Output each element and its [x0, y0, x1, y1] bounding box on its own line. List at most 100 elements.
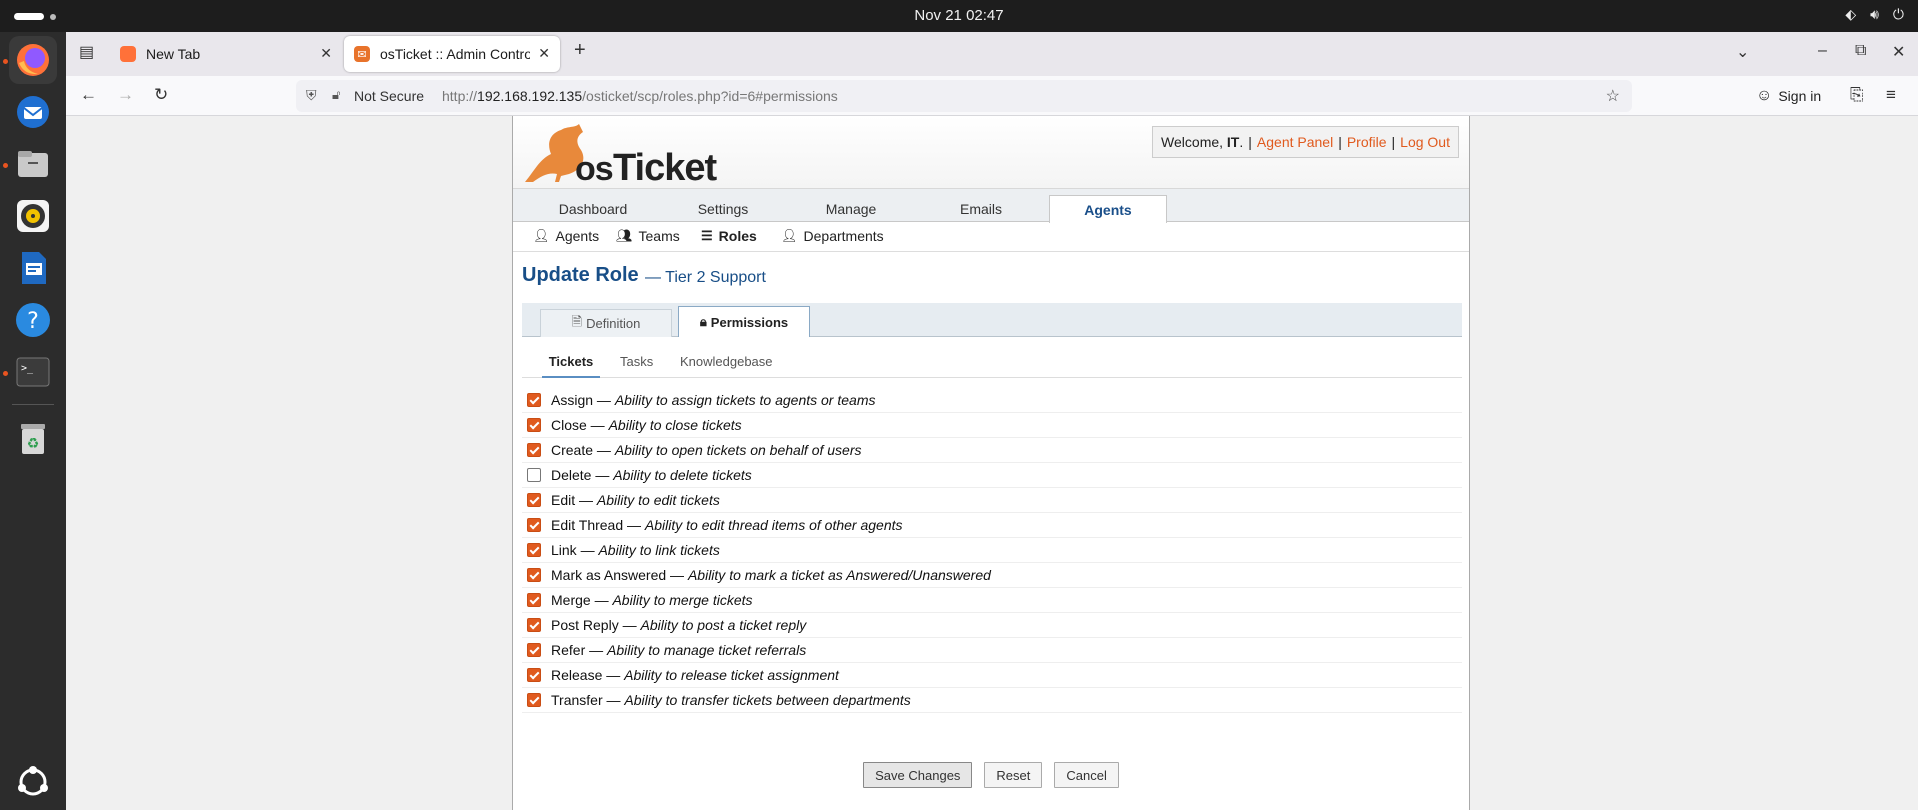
back-icon[interactable]: ← [80, 85, 97, 105]
sign-in-button[interactable]: ☺ Sign in [1756, 83, 1821, 109]
role-tabs: 🗎︎ Definition 🔒︎ Permissions [522, 303, 1462, 337]
cancel-button[interactable]: Cancel [1054, 762, 1119, 788]
account-icon: ☺ [1756, 87, 1773, 104]
permission-description: Ability to post a ticket reply [640, 617, 807, 633]
permission-name[interactable]: Release [551, 667, 602, 683]
help-icon[interactable]: ? [9, 296, 57, 344]
em-dash: — [593, 442, 615, 458]
permission-checkbox[interactable] [527, 518, 541, 532]
minimize-icon[interactable]: – [1818, 42, 1827, 60]
permission-checkbox[interactable] [527, 693, 541, 707]
permission-checkbox[interactable] [527, 643, 541, 657]
forward-icon[interactable]: → [117, 85, 134, 105]
list-all-tabs-icon[interactable]: ⌄ [1736, 42, 1749, 62]
permission-checkbox[interactable] [527, 493, 541, 507]
permission-checkbox[interactable] [527, 418, 541, 432]
tab-overview-icon[interactable]: ▤ [79, 42, 94, 62]
permission-name[interactable]: Post Reply [551, 617, 619, 633]
reset-button[interactable]: Reset [984, 762, 1043, 788]
tab-tasks[interactable]: Tasks [620, 354, 653, 378]
subnav-agents[interactable]: 👤︎ Agents [533, 228, 599, 244]
welcome-text: Welcome, [1161, 134, 1224, 150]
permission-name[interactable]: Close [551, 417, 587, 433]
tab-knowledgebase[interactable]: Knowledgebase [680, 354, 773, 378]
permission-name[interactable]: Create [551, 442, 593, 458]
permission-row: Edit Thread — Ability to edit thread ite… [522, 513, 1462, 538]
close-window-icon[interactable]: ✕ [1892, 42, 1905, 62]
osticket-logo[interactable]: os Ticket [521, 120, 721, 184]
system-tray[interactable]: ⬖ 🔊︎ ⏻ [1845, 6, 1904, 23]
reload-icon[interactable]: ↻ [154, 85, 168, 105]
permission-name[interactable]: Delete [551, 467, 591, 483]
url-prefix: http:// [442, 88, 478, 104]
rhythmbox-icon[interactable] [9, 192, 57, 240]
tab-emails[interactable]: Emails [921, 195, 1041, 223]
url-bar[interactable]: ⛨ 🔓︎ Not Secure http://192.168.192.135/o… [296, 80, 1632, 112]
permission-description: Ability to assign tickets to agents or t… [614, 392, 876, 408]
logout-link[interactable]: Log Out [1400, 134, 1450, 150]
permission-description: Ability to manage ticket referrals [607, 642, 807, 658]
url-text[interactable]: http://192.168.192.135/osticket/scp/role… [442, 88, 838, 104]
firefox-icon[interactable] [9, 36, 57, 84]
bookmark-star-icon[interactable]: ☆ [1606, 86, 1620, 106]
permission-name[interactable]: Merge [551, 592, 591, 608]
permission-checkbox[interactable] [527, 393, 541, 407]
tab-settings[interactable]: Settings [663, 195, 783, 223]
permission-checkbox[interactable] [527, 618, 541, 632]
tab-osticket[interactable]: ✉ osTicket :: Admin Control ✕ [344, 36, 560, 72]
permission-name[interactable]: Link [551, 542, 577, 558]
permission-checkbox[interactable] [527, 543, 541, 557]
trash-icon[interactable]: ♻ [9, 414, 57, 462]
tab-manage[interactable]: Manage [791, 195, 911, 223]
permission-name[interactable]: Mark as Answered [551, 567, 666, 583]
permission-name[interactable]: Transfer [551, 692, 603, 708]
sign-in-label: Sign in [1778, 88, 1822, 104]
username: IT [1226, 134, 1240, 150]
profile-link[interactable]: Profile [1347, 134, 1387, 150]
close-tab-icon[interactable]: ✕ [538, 45, 550, 62]
page-subtitle: — Tier 2 Support [645, 269, 766, 286]
thunderbird-icon[interactable] [9, 88, 57, 136]
app-menu-icon[interactable]: ≡ [1886, 85, 1896, 105]
permission-description: Ability to close tickets [608, 417, 742, 433]
subnav-teams[interactable]: 👥︎ Teams [616, 228, 680, 244]
permission-name[interactable]: Refer [551, 642, 585, 658]
subnav-roles[interactable]: ☰ Roles [701, 228, 757, 244]
close-tab-icon[interactable]: ✕ [320, 45, 332, 62]
tab-agents[interactable]: Agents [1049, 195, 1167, 223]
new-tab-button[interactable]: + [574, 39, 586, 62]
permission-checkbox[interactable] [527, 593, 541, 607]
agent-panel-link[interactable]: Agent Panel [1257, 134, 1333, 150]
em-dash: — [575, 492, 597, 508]
tab-dashboard[interactable]: Dashboard [533, 195, 653, 223]
permission-name[interactable]: Edit [551, 492, 575, 508]
permission-checkbox[interactable] [527, 468, 541, 482]
tracking-shield-icon[interactable]: ⛨ [306, 87, 317, 104]
terminal-icon[interactable]: >_ [9, 348, 57, 396]
extensions-icon[interactable]: ⎘ [1850, 85, 1864, 105]
tab-strip: ▤ New Tab ✕ ✉ osTicket :: Admin Control … [66, 32, 1918, 76]
tab-permissions[interactable]: 🔒︎ Permissions [678, 306, 810, 337]
permission-name[interactable]: Edit Thread [551, 517, 623, 533]
firefox-favicon-icon [120, 46, 136, 62]
tab-tickets[interactable]: Tickets [542, 354, 600, 378]
permission-checkbox[interactable] [527, 568, 541, 582]
permission-checkbox[interactable] [527, 668, 541, 682]
restore-icon[interactable]: ⧉ [1855, 42, 1866, 60]
apps-grid-icon[interactable] [9, 758, 57, 806]
insecure-lock-icon[interactable]: 🔓︎ [332, 87, 340, 103]
permission-checkbox[interactable] [527, 443, 541, 457]
not-secure-label[interactable]: Not Secure [354, 88, 424, 104]
files-icon[interactable] [9, 140, 57, 188]
save-changes-button[interactable]: Save Changes [863, 762, 973, 788]
em-dash: — [602, 667, 625, 683]
clock[interactable]: Nov 21 02:47 [0, 7, 1918, 24]
tab-new-tab[interactable]: New Tab ✕ [110, 36, 342, 72]
tab-definition[interactable]: 🗎︎ Definition [540, 309, 672, 337]
subnav-departments[interactable]: 👤︎ Departments [781, 228, 884, 244]
em-dash: — [666, 567, 688, 583]
dock: ? >_ ♻ [0, 32, 66, 810]
power-icon: ⏻ [1892, 6, 1904, 22]
writer-icon[interactable] [9, 244, 57, 292]
permission-name[interactable]: Assign [551, 392, 593, 408]
